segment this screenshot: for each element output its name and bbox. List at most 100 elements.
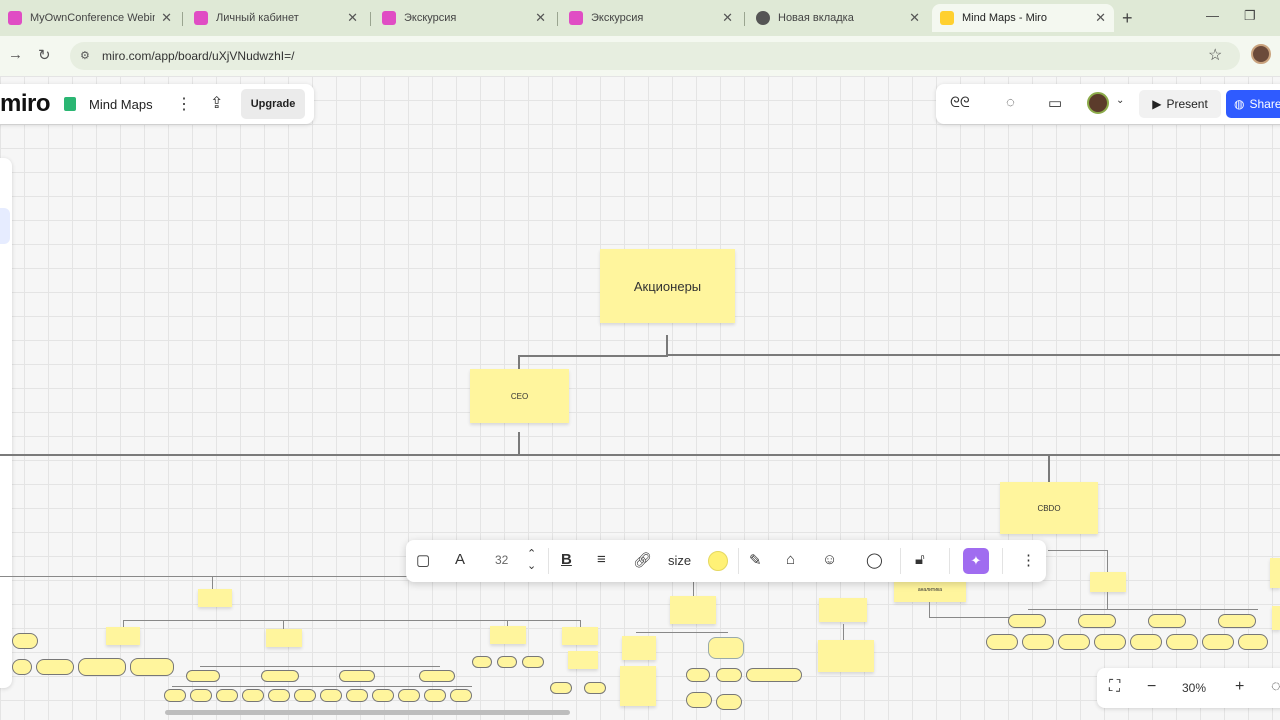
close-icon[interactable]: ✕ [1095,10,1106,26]
upgrade-button[interactable]: Upgrade [241,89,305,119]
font-size-value[interactable]: 32 [495,553,508,567]
font-size-stepper-icon[interactable]: ⌃ ⌄ [527,548,536,572]
tag-icon[interactable]: ⌂ [786,551,795,568]
mindmap-pill[interactable] [419,670,455,682]
miro-logo[interactable]: miro [0,90,51,118]
sticky-node[interactable] [490,626,526,644]
bold-icon[interactable]: B [561,551,572,568]
mindmap-pill[interactable] [320,689,342,702]
mindmap-pill[interactable] [497,656,517,668]
connector-icon[interactable]: ✎ [749,551,762,569]
mindmap-pill[interactable] [716,694,742,710]
site-settings-icon[interactable]: ⚙ [80,49,94,63]
miro-board-canvas[interactable]: miro Mind Maps ⋮ ⇪ Upgrade ᘓᘓ ◌ ▭ ⌄ ▶ Pr… [0,76,1280,720]
select-tool[interactable] [0,208,10,244]
size-label[interactable]: size [668,553,691,568]
mindmap-pill[interactable] [398,689,420,702]
mindmap-pill[interactable] [1218,614,1256,628]
export-icon[interactable]: ⇪ [210,93,223,113]
browser-tab[interactable]: Новая вкладка ✕ [748,4,928,32]
mindmap-pill[interactable] [130,658,174,676]
sticky-root[interactable]: Акционеры [600,249,735,323]
mindmap-pill[interactable] [186,670,220,682]
browser-tab[interactable]: Экскурсия ✕ [561,4,741,32]
mindmap-pill[interactable] [1078,614,1116,628]
sticky-node[interactable] [1090,572,1126,592]
mindmap-pill[interactable] [424,689,446,702]
mindmap-pill[interactable] [190,689,212,702]
comment-icon[interactable]: ◯ [866,551,883,569]
bookmark-star-icon[interactable]: ☆ [1208,45,1222,65]
lock-icon[interactable]: 🔓︎ [915,551,925,568]
browser-tab[interactable]: MyOwnConference Webin ✕ [0,4,180,32]
browser-tab-active[interactable]: Mind Maps - Miro ✕ [932,4,1114,32]
sticky-node[interactable] [819,598,867,622]
emoji-icon[interactable]: ☺ [822,551,837,568]
sticky-node[interactable] [1270,558,1280,588]
mindmap-pill[interactable] [339,670,375,682]
sticky-node[interactable] [562,627,598,645]
mindmap-pill[interactable] [1148,614,1186,628]
zoom-level[interactable]: 30% [1182,681,1206,695]
link-icon[interactable]: 🔗︎ [633,551,652,569]
zoom-in-icon[interactable]: + [1235,678,1244,696]
sticky-node[interactable] [670,596,716,624]
video-icon[interactable]: ▭ [1048,94,1062,112]
mindmap-pill[interactable] [261,670,299,682]
mindmap-pill[interactable] [1202,634,1234,650]
close-icon[interactable]: ✕ [535,10,546,26]
mindmap-pill[interactable] [12,659,32,675]
mindmap-pill[interactable] [164,689,186,702]
mindmap-pill[interactable] [1238,634,1268,650]
new-tab-button[interactable]: + [1122,8,1133,29]
more-menu-icon[interactable]: ⋮ [176,94,192,114]
mindmap-pill[interactable] [36,659,74,675]
left-toolbar[interactable] [0,158,12,688]
sticky-node[interactable] [568,651,598,669]
mindmap-pill[interactable] [472,656,492,668]
mindmap-pill[interactable] [78,658,126,676]
align-icon[interactable]: ≡ [597,551,606,568]
mindmap-pill[interactable] [522,656,544,668]
sticky-node[interactable] [620,666,656,706]
mindmap-pill[interactable] [294,689,316,702]
mindmap-pill[interactable] [686,668,710,682]
color-swatch[interactable] [708,551,728,571]
mindmap-pill[interactable] [584,682,606,694]
mindmap-pill[interactable] [686,692,712,708]
mindmap-pill[interactable] [268,689,290,702]
reactions-icon[interactable]: ᘓᘓ [950,94,970,111]
minimize-button[interactable]: — [1206,8,1219,23]
sticky-node[interactable] [198,589,232,607]
text-format-icon[interactable]: A [455,551,465,568]
mindmap-pill[interactable] [372,689,394,702]
close-icon[interactable]: ✕ [722,10,733,26]
mindmap-pill[interactable] [1130,634,1162,650]
close-icon[interactable]: ✕ [347,10,358,26]
share-button[interactable]: ◍ Share [1226,90,1280,118]
mindmap-pill[interactable] [346,689,368,702]
help-icon[interactable]: ◌ [1271,678,1280,696]
close-icon[interactable]: ✕ [909,10,920,26]
mindmap-pill[interactable] [1022,634,1054,650]
mindmap-pill[interactable] [450,689,472,702]
sticky-node[interactable] [266,629,302,647]
sticky-ceo[interactable]: CEO [470,369,569,423]
sticky-node[interactable] [818,640,874,672]
chevron-down-icon[interactable]: ⌄ [1116,95,1124,106]
url-field[interactable]: ⚙ miro.com/app/board/uXjVNudwzhI=/ [70,42,1240,70]
mindmap-pill[interactable] [986,634,1018,650]
mindmap-pill[interactable] [716,668,742,682]
mindmap-pill[interactable] [242,689,264,702]
mindmap-pill[interactable] [1094,634,1126,650]
ai-assist-icon[interactable]: ✦ [963,548,989,574]
mindmap-pill[interactable] [1058,634,1090,650]
sticky-cbdo[interactable]: CBDO [1000,482,1098,534]
sticky-node[interactable] [106,627,140,645]
mindmap-pill[interactable] [216,689,238,702]
user-avatar[interactable] [1087,92,1109,114]
horizontal-scrollbar[interactable] [165,710,570,715]
restore-button[interactable]: ❐ [1244,8,1256,24]
sticky-node[interactable] [622,636,656,660]
selected-mindmap-node[interactable] [708,637,744,659]
